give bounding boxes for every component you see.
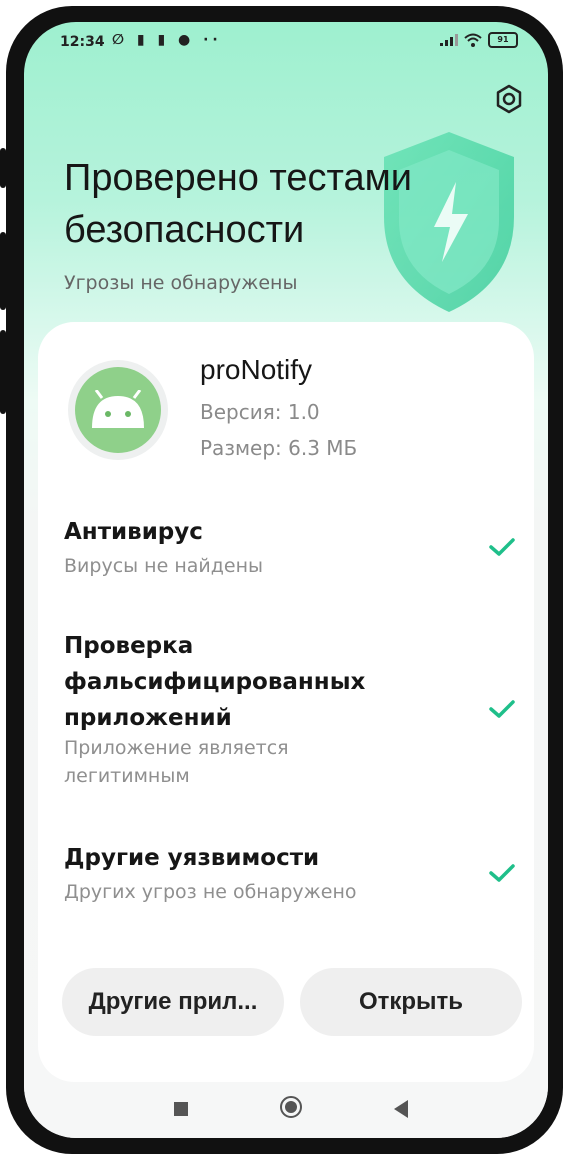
- check-vulnerabilities-title: Другие уязвимости: [64, 845, 320, 871]
- recents-icon[interactable]: [174, 1102, 188, 1116]
- status-bar: 12:34 ∅ ▮ ▮ ● ·· 91: [60, 32, 518, 58]
- android-icon: [75, 367, 161, 453]
- status-icons: 91: [440, 32, 518, 48]
- app-name: proNotify: [200, 354, 313, 385]
- check-vulnerabilities-desc: Других угроз не обнаружено: [64, 881, 357, 903]
- navigation-bar: [24, 1082, 548, 1138]
- signal-icon: [440, 34, 458, 46]
- screen: 12:34 ∅ ▮ ▮ ● ·· 91 Проверено тестами бе…: [24, 22, 548, 1138]
- page-title: Проверено тестами безопасности: [64, 157, 412, 251]
- side-button: [0, 148, 6, 188]
- home-icon[interactable]: [280, 1096, 302, 1118]
- other-apps-button[interactable]: Другие прил...: [62, 968, 284, 1036]
- check-icon: [489, 864, 515, 882]
- battery-icon: 91: [488, 32, 518, 48]
- check-icon: [489, 700, 515, 718]
- check-fake-apps-desc: Приложение является легитимным: [64, 737, 289, 787]
- wifi-icon: [464, 33, 482, 47]
- page-subtitle: Угрозы не обнаружены: [64, 272, 298, 294]
- back-icon[interactable]: [394, 1100, 408, 1118]
- check-fake-apps-title: Проверка фальсифицированных приложений: [64, 633, 366, 731]
- gear-icon[interactable]: [494, 84, 524, 114]
- check-antivirus-desc: Вирусы не найдены: [64, 555, 263, 577]
- status-time: 12:34: [60, 34, 105, 50]
- app-size: Размер: 6.3 МБ: [200, 436, 358, 460]
- check-icon: [489, 538, 515, 556]
- open-button[interactable]: Открыть: [300, 968, 522, 1036]
- check-antivirus-title: Антивирус: [64, 519, 203, 545]
- app-icon: [68, 360, 168, 460]
- notification-icons: ∅ ▮ ▮ ● ··: [112, 32, 222, 48]
- side-button: [0, 232, 6, 310]
- app-version: Версия: 1.0: [200, 400, 320, 424]
- side-button: [0, 330, 6, 414]
